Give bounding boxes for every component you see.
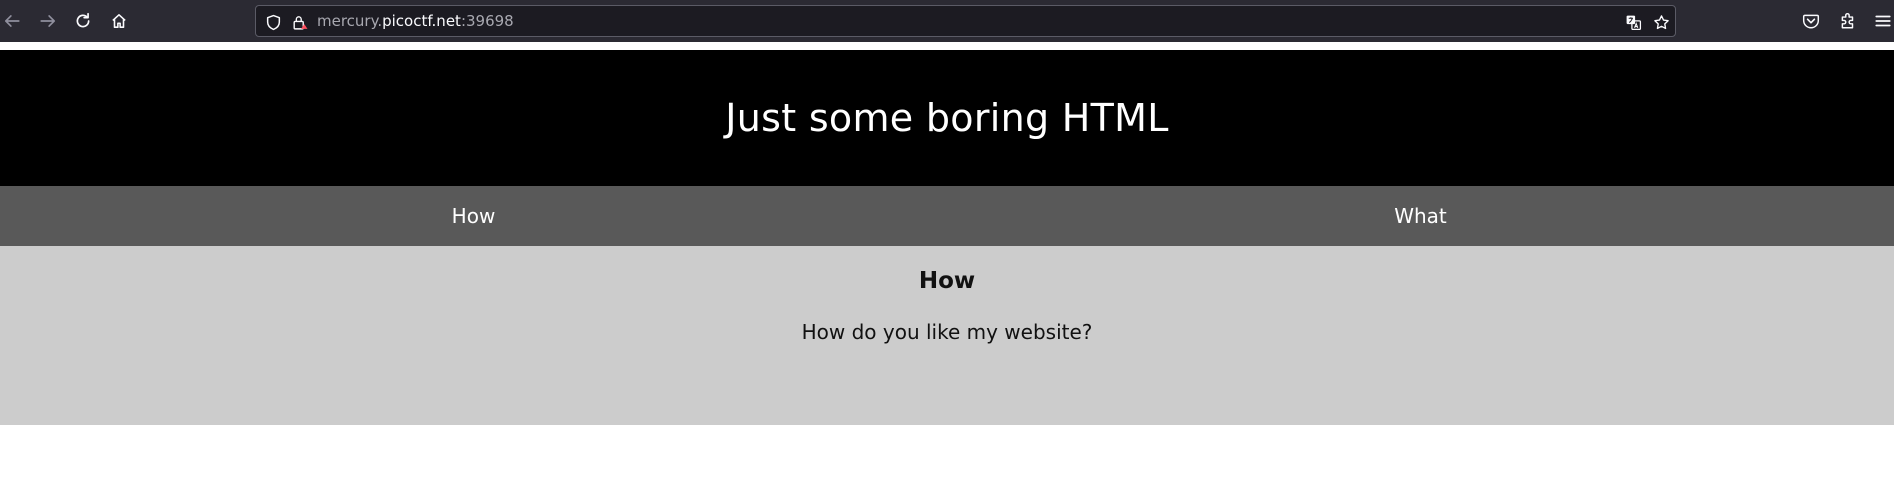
translate-button[interactable] — [1623, 12, 1643, 32]
url-bar[interactable]: mercury.picoctf.net:39698 — [255, 5, 1676, 37]
reload-button[interactable] — [68, 6, 98, 36]
url-domain: picoctf.net — [382, 12, 461, 30]
pocket-button[interactable] — [1796, 6, 1826, 36]
bookmark-button[interactable] — [1651, 12, 1671, 32]
url-subdomain: mercury. — [317, 12, 383, 30]
shield-icon — [266, 14, 280, 30]
home-button[interactable] — [104, 6, 134, 36]
site-header: Just some boring HTML — [0, 50, 1894, 186]
star-icon — [1653, 14, 1669, 29]
url-text[interactable]: mercury.picoctf.net:39698 — [317, 6, 514, 36]
content-heading: How — [918, 268, 976, 294]
lock-warning-icon — [292, 15, 307, 30]
translate-icon — [1626, 15, 1641, 30]
app-menu-button[interactable] — [1868, 6, 1894, 36]
forward-button[interactable] — [33, 6, 63, 36]
url-port: :39698 — [460, 12, 514, 30]
site-security-button[interactable] — [289, 12, 309, 32]
arrow-right-icon — [40, 15, 56, 27]
tab-what[interactable]: What — [947, 186, 1894, 246]
tab-bar: How What — [0, 186, 1894, 246]
puzzle-icon — [1841, 13, 1854, 29]
tab-how[interactable]: How — [0, 186, 947, 246]
back-button[interactable] — [0, 6, 27, 36]
page-top-strip — [0, 42, 1894, 50]
reload-icon — [76, 12, 90, 28]
site-title: Just some boring HTML — [725, 96, 1169, 140]
pocket-icon — [1802, 14, 1820, 29]
tab-content-panel: How How do you like my website? — [0, 246, 1894, 425]
hamburger-menu-icon — [1875, 15, 1891, 27]
extensions-button[interactable] — [1833, 6, 1863, 36]
tracking-protection-button[interactable] — [263, 12, 283, 32]
arrow-left-icon — [4, 15, 20, 27]
browser-toolbar: mercury.picoctf.net:39698 — [0, 0, 1894, 42]
home-icon — [112, 14, 126, 28]
content-text: How do you like my website? — [801, 320, 1093, 344]
